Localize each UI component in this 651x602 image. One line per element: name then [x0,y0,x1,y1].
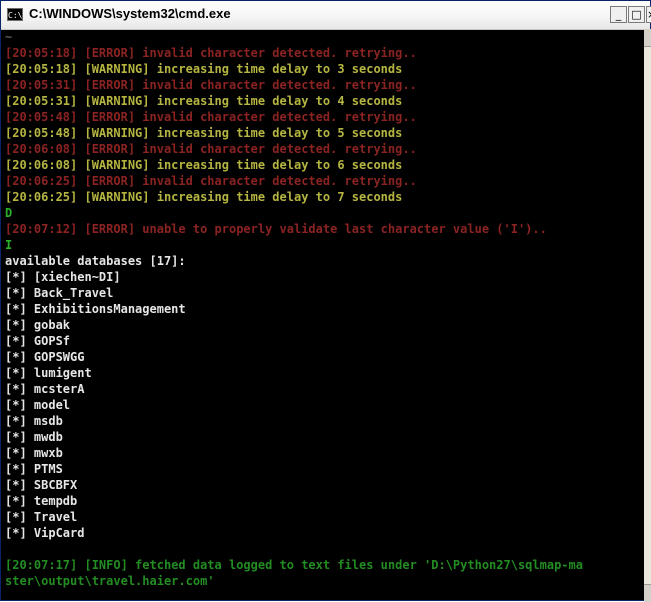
console-line: [*] mwdb [5,430,63,444]
console-line: [20:05:31] [ERROR] invalid character det… [5,78,417,92]
console-line: [*] PTMS [5,462,63,476]
console-line: [20:05:48] [WARNING] increasing time del… [5,126,403,140]
maximize-button[interactable]: □ [628,6,645,23]
console-line: [*] model [5,398,71,412]
console-line: [20:05:48] [ERROR] invalid character det… [5,110,417,124]
console-line: [20:05:18] [WARNING] increasing time del… [5,62,403,76]
scroll-up-arrow-icon[interactable] [644,29,651,47]
console-line: ~ [5,30,13,44]
console-line: available databases [17]: [5,254,186,268]
console-line: [20:06:08] [ERROR] invalid character det… [5,142,417,156]
console-line: [*] Back_Travel [5,286,114,300]
console-line: [*] VipCard [5,526,85,540]
cmd-window: C:\ C:\WINDOWS\system32\cmd.exe _ □ × ~ [… [0,0,651,602]
window-title: C:\WINDOWS\system32\cmd.exe [29,6,231,21]
console-line: ster\output\travel.haier.com' [5,574,215,588]
cmd-app-icon[interactable]: C:\ [7,8,23,21]
console-line: [*] ExhibitionsManagement [5,302,186,316]
console-line: [20:07:12] [ERROR] unable to properly va… [5,222,547,236]
console-line: [20:05:18] [ERROR] invalid character det… [5,46,417,60]
console-line: [*] [xiechen~DI] [5,270,121,284]
console-line: D [5,206,13,220]
console-line: [*] tempdb [5,494,78,508]
console-line: [*] msdb [5,414,63,428]
console-output[interactable]: ~ [20:05:18] [ERROR] invalid character de… [5,29,650,602]
close-button[interactable]: × [646,6,651,23]
scroll-down-arrow-icon[interactable] [644,584,651,602]
console-line: [20:06:08] [WARNING] increasing time del… [5,158,403,172]
title-bar[interactable]: C:\ C:\WINDOWS\system32\cmd.exe _ □ × [1,1,651,30]
console-line: I [5,238,13,252]
console-line: [20:05:31] [WARNING] increasing time del… [5,94,403,108]
console-line: [20:06:25] [ERROR] invalid character det… [5,174,417,188]
console-line: [*] GOPSf [5,334,71,348]
console-line: [20:07:17] [INFO] fetched data logged to… [5,558,583,572]
console-line: [*] SBCBFX [5,478,78,492]
console-line: [*] mwxb [5,446,63,460]
console-line: [20:06:25] [WARNING] increasing time del… [5,190,403,204]
console-line: [*] mcsterA [5,382,85,396]
console-line: [*] lumigent [5,366,92,380]
vertical-scrollbar[interactable] [644,29,651,602]
console-line: [*] gobak [5,318,71,332]
minimize-button[interactable]: _ [610,6,627,23]
console-line: [*] Travel [5,510,78,524]
console-line: [*] GOPSWGG [5,350,85,364]
